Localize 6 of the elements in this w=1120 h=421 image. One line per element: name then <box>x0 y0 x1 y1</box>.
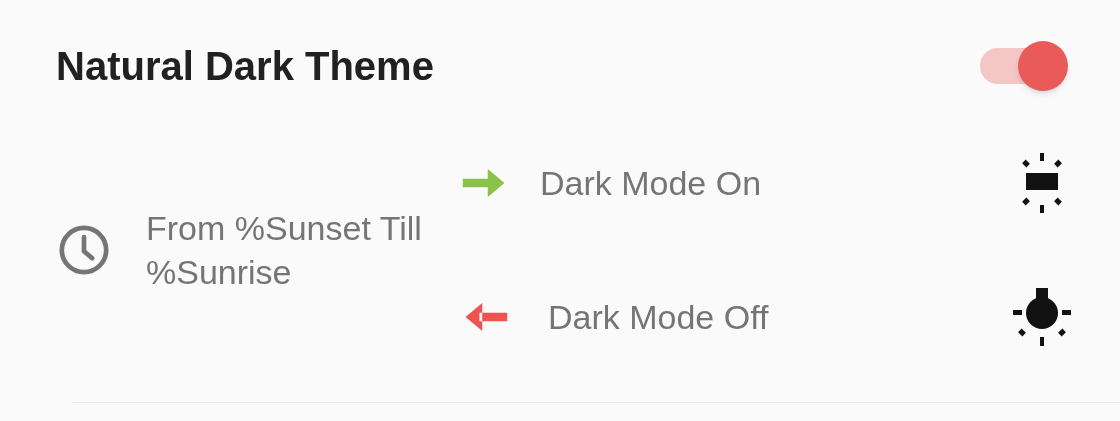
bulb-light-icon <box>1011 286 1073 348</box>
toggle-switch[interactable] <box>978 41 1068 91</box>
schedule-label: From %Sunset Till %Sunrise <box>146 208 423 293</box>
mode-label: Dark Mode On <box>540 162 762 204</box>
setting-title: Natural Dark Theme <box>56 43 434 90</box>
mode-label: Dark Mode Off <box>548 296 769 338</box>
